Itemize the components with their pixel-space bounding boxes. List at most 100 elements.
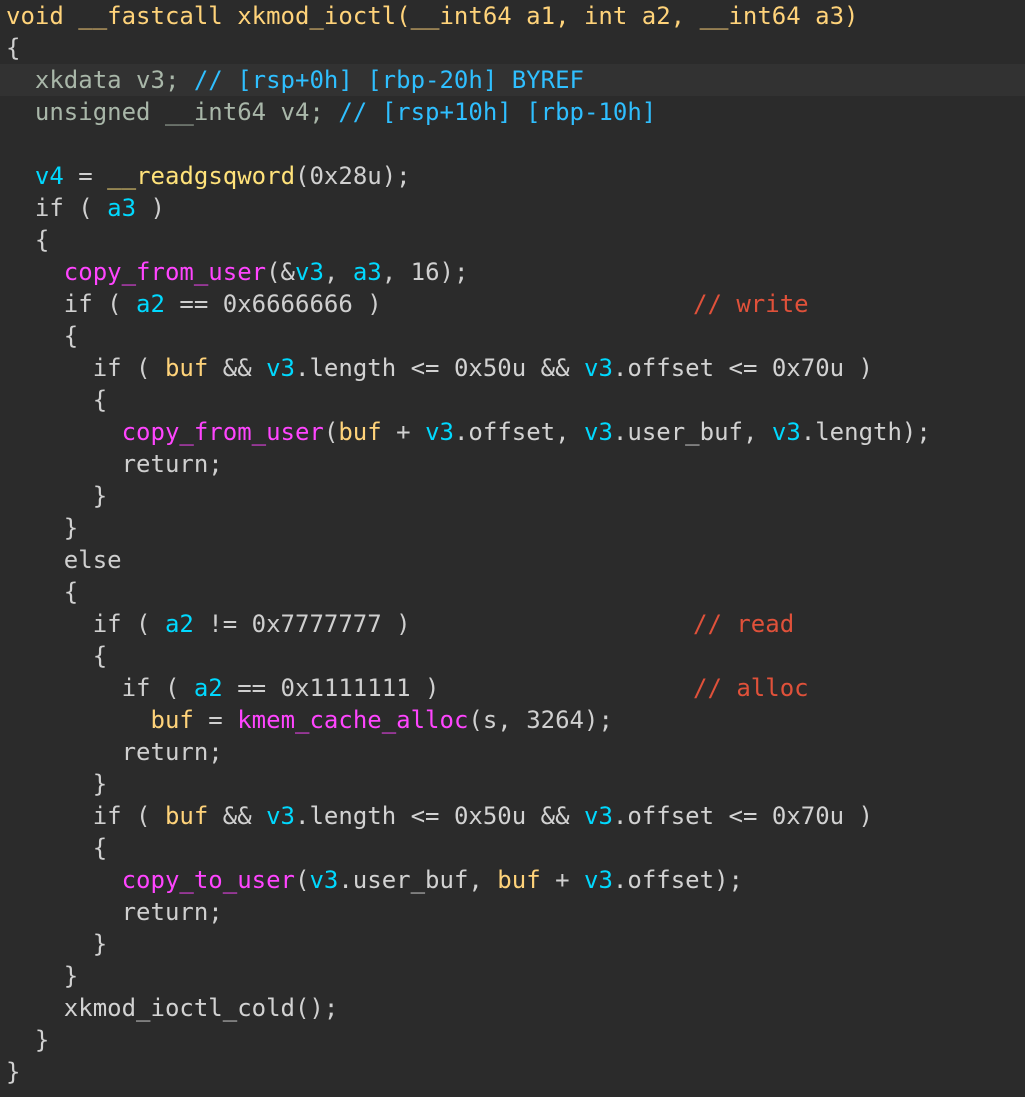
code-token: copy_to_user [121, 866, 295, 894]
code-token: (& [266, 258, 295, 286]
code-token: if ( [6, 610, 165, 638]
code-token: .offset); [612, 866, 743, 894]
code-line[interactable]: } [0, 1056, 1025, 1088]
code-token: != 0x7777777 ) [193, 610, 411, 638]
code-token: v3 [266, 802, 296, 830]
code-token: v3 [584, 802, 613, 830]
code-token: .length <= 0x50u && [295, 802, 584, 830]
code-token: == 0x1111111 ) [222, 674, 440, 702]
code-token: .offset <= 0x70u ) [612, 354, 873, 382]
code-comment: // alloc [693, 674, 809, 702]
code-token: void __fastcall xkmod_ioctl(__int64 a1, … [6, 2, 859, 30]
code-token: ( [323, 418, 339, 446]
code-token: { [6, 226, 50, 254]
code-token: && [208, 802, 267, 830]
code-line[interactable] [0, 128, 1025, 160]
code-line[interactable]: copy_from_user(buf + v3.offset, v3.user_… [0, 416, 1025, 448]
code-line[interactable]: else [0, 544, 1025, 576]
code-line[interactable]: copy_from_user(&v3, a3, 16); [0, 256, 1025, 288]
code-token: { [6, 578, 79, 606]
code-token: } [6, 770, 108, 798]
code-line[interactable]: if ( a3 ) [0, 192, 1025, 224]
code-token: .offset, [453, 418, 585, 446]
code-token: return; [6, 898, 223, 926]
code-token: (0x28u); [295, 162, 411, 190]
code-line[interactable]: void __fastcall xkmod_ioctl(__int64 a1, … [0, 0, 1025, 32]
code-line[interactable]: { [0, 32, 1025, 64]
code-token: a2 [193, 674, 223, 702]
code-token: } [6, 482, 108, 510]
code-token: v3 [771, 418, 801, 446]
code-token: { [6, 34, 21, 62]
code-line[interactable]: return; [0, 736, 1025, 768]
code-token: v3 [266, 354, 296, 382]
code-token: buf [150, 706, 194, 734]
code-token: xkdata v3; [6, 66, 194, 94]
code-line[interactable]: if ( buf && v3.length <= 0x50u && v3.off… [0, 352, 1025, 384]
code-token: buf [497, 866, 541, 894]
code-token: copy_from_user [63, 258, 267, 286]
code-token: if ( [6, 290, 137, 318]
code-token: , 16); [381, 258, 469, 286]
code-line[interactable]: } [0, 480, 1025, 512]
code-comment: // read [693, 610, 795, 638]
code-token: if ( [6, 194, 108, 222]
code-token: return; [6, 738, 223, 766]
code-token: a2 [136, 290, 165, 318]
code-line[interactable]: { [0, 640, 1025, 672]
code-token: if ( [6, 354, 165, 382]
code-token: return; [6, 450, 223, 478]
code-token: = [63, 162, 108, 190]
code-token: kmem_cache_alloc [237, 706, 469, 734]
code-line[interactable]: xkmod_ioctl_cold(); [0, 992, 1025, 1024]
code-line[interactable]: buf = kmem_cache_alloc(s, 3264); [0, 704, 1025, 736]
code-token: } [6, 930, 108, 958]
pseudocode-editor[interactable]: void __fastcall xkmod_ioctl(__int64 a1, … [0, 0, 1025, 1097]
code-line[interactable]: xkdata v3; // [rsp+0h] [rbp-20h] BYREF [0, 64, 1025, 96]
code-token: v3 [295, 258, 324, 286]
code-token: = [193, 706, 238, 734]
code-line[interactable]: v4 = __readgsqword(0x28u); [0, 160, 1025, 192]
code-token: .length <= 0x50u && [295, 354, 584, 382]
code-line[interactable]: { [0, 384, 1025, 416]
code-line[interactable]: if ( a2 == 0x1111111 ) // alloc [0, 672, 1025, 704]
code-token: v4 [34, 162, 64, 190]
code-token: // [rsp+0h] [rbp-20h] BYREF [193, 66, 584, 94]
code-line[interactable]: { [0, 320, 1025, 352]
code-comment: // write [693, 290, 809, 318]
code-token: { [6, 386, 108, 414]
code-token: { [6, 642, 108, 670]
code-token: (); [294, 994, 339, 1022]
code-token: ( [294, 866, 310, 894]
code-token: } [6, 1058, 21, 1086]
code-token: && [208, 354, 267, 382]
code-line[interactable]: if ( a2 == 0x6666666 ) // write [0, 288, 1025, 320]
code-token: + [540, 866, 585, 894]
code-line[interactable]: { [0, 832, 1025, 864]
code-line[interactable]: } [0, 512, 1025, 544]
code-line[interactable]: return; [0, 896, 1025, 928]
code-line[interactable]: } [0, 928, 1025, 960]
code-token: } [6, 962, 79, 990]
code-line[interactable]: } [0, 1024, 1025, 1056]
code-line[interactable]: if ( buf && v3.length <= 0x50u && v3.off… [0, 800, 1025, 832]
code-token: .length); [800, 418, 931, 446]
code-token: copy_from_user [121, 418, 324, 446]
code-token: a2 [164, 610, 194, 638]
code-line[interactable]: } [0, 960, 1025, 992]
code-line[interactable]: copy_to_user(v3.user_buf, buf + v3.offse… [0, 864, 1025, 896]
code-line[interactable]: unsigned __int64 v4; // [rsp+10h] [rbp-1… [0, 96, 1025, 128]
code-token: a3 [107, 194, 137, 222]
code-token: a3 [352, 258, 382, 286]
code-line[interactable]: if ( a2 != 0x7777777 ) // read [0, 608, 1025, 640]
code-line[interactable]: { [0, 224, 1025, 256]
code-token: buf [164, 802, 209, 830]
code-token: == 0x6666666 ) [164, 290, 382, 318]
code-line[interactable]: } [0, 768, 1025, 800]
code-token: } [6, 514, 79, 542]
code-token: } [6, 1026, 50, 1054]
code-line[interactable]: return; [0, 448, 1025, 480]
code-line[interactable]: { [0, 576, 1025, 608]
code-token: .user_buf, [612, 418, 772, 446]
